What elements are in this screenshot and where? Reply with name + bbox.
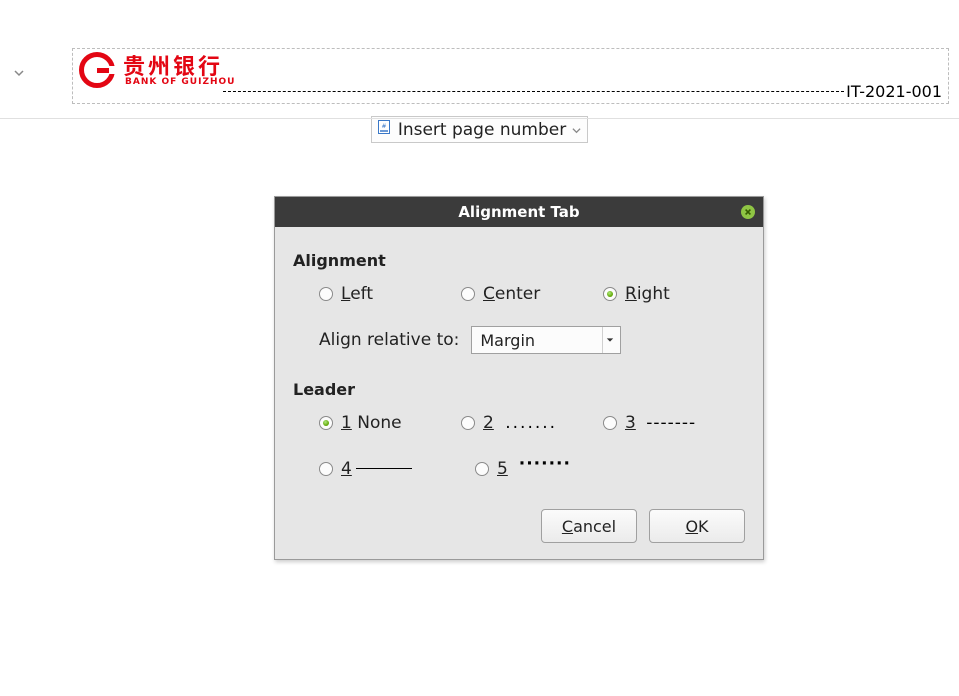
- dialog-title: Alignment Tab: [458, 203, 579, 221]
- chevron-down-icon: [602, 327, 616, 353]
- document-header[interactable]: 贵州银行 BANK OF GUIZHOU IT-2021-001: [72, 48, 949, 104]
- leader-1-none-radio[interactable]: 1 None: [319, 413, 461, 433]
- leader-3-dash-radio[interactable]: 3 -------: [603, 413, 745, 433]
- align-relative-value: Margin: [480, 331, 535, 350]
- document-number: IT-2021-001: [846, 82, 942, 101]
- leader-2-dots-radio[interactable]: 2 .......: [461, 413, 603, 433]
- header-tab-leader: [223, 91, 844, 92]
- chevron-down-icon: [572, 120, 581, 140]
- bank-logo-icon: [79, 52, 115, 88]
- alignment-center-radio[interactable]: Center: [461, 284, 603, 304]
- alignment-section-label: Alignment: [293, 251, 745, 270]
- leader-section-label: Leader: [293, 380, 745, 399]
- bank-logo-en: BANK OF GUIZHOU: [125, 78, 235, 87]
- svg-text:#: #: [381, 123, 386, 130]
- ok-button[interactable]: OK: [649, 509, 745, 543]
- close-icon[interactable]: [741, 205, 755, 219]
- header-boundary: [0, 118, 959, 119]
- leader-5-middots-radio[interactable]: 5 ·······: [475, 459, 631, 479]
- bank-logo: 贵州银行 BANK OF GUIZHOU: [79, 52, 235, 88]
- align-relative-combo[interactable]: Margin: [471, 326, 621, 354]
- alignment-right-radio[interactable]: Right: [603, 284, 745, 304]
- insert-page-number-button[interactable]: # Insert page number: [371, 116, 588, 143]
- alignment-left-radio[interactable]: Left: [319, 284, 461, 304]
- align-relative-label: Align relative to:: [319, 330, 459, 350]
- page-number-icon: #: [376, 119, 392, 140]
- leader-options: 1 None 2 ....... 3 ------- 4: [319, 413, 745, 479]
- alignment-tab-dialog: Alignment Tab Alignment Left Center Righ…: [274, 196, 764, 560]
- cancel-button[interactable]: Cancel: [541, 509, 637, 543]
- insert-page-number-label: Insert page number: [398, 120, 566, 140]
- alignment-options: Left Center Right: [319, 284, 745, 304]
- header-style-caret[interactable]: [14, 68, 24, 78]
- bank-logo-cn: 贵州银行: [123, 54, 235, 76]
- leader-4-underline-radio[interactable]: 4: [319, 459, 475, 479]
- dialog-titlebar[interactable]: Alignment Tab: [275, 197, 763, 227]
